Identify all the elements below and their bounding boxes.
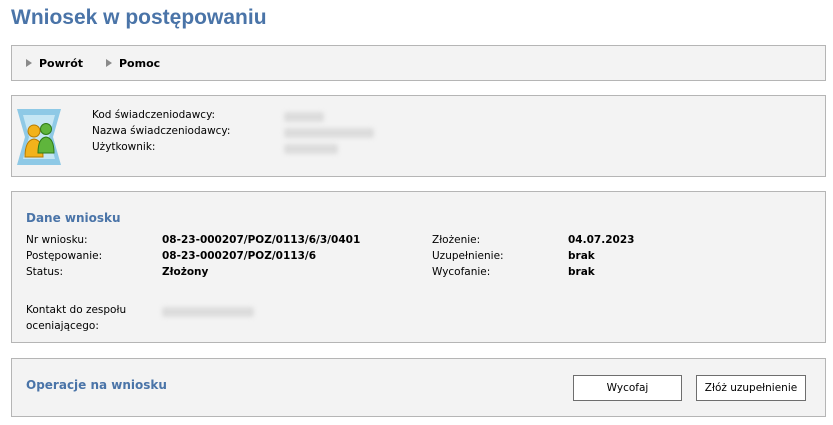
- user-value-redacted: [284, 144, 338, 154]
- users-icon: [17, 109, 61, 165]
- contact-label-line1: Kontakt do zespołu: [26, 304, 127, 316]
- supplement-value: brak: [568, 250, 595, 262]
- application-number-label: Nr wniosku:: [26, 234, 88, 246]
- status-label: Status:: [26, 266, 63, 278]
- supplement-label: Uzupełnienie:: [432, 250, 504, 262]
- arrow-right-icon: [106, 59, 112, 67]
- provider-name-label: Nazwa świadczeniodawcy:: [92, 125, 231, 137]
- help-button[interactable]: Pomoc: [106, 57, 160, 70]
- application-data-panel: Dane wniosku Nr wniosku: 08-23-000207/PO…: [11, 191, 826, 343]
- proceeding-label: Postępowanie:: [26, 250, 103, 262]
- provider-info-panel: Kod świadczeniodawcy: Nazwa świadczeniod…: [11, 95, 826, 177]
- back-label: Powrót: [39, 57, 84, 70]
- arrow-right-icon: [26, 59, 32, 67]
- proceeding-value: 08-23-000207/POZ/0113/6: [162, 250, 317, 262]
- contact-value-redacted: [162, 307, 254, 317]
- provider-code-label: Kod świadczeniodawcy:: [92, 109, 216, 121]
- operations-panel: Operacje na wniosku Wycofaj Złóż uzupełn…: [11, 358, 826, 417]
- toolbar: Powrót Pomoc: [11, 45, 826, 81]
- withdraw-button[interactable]: Wycofaj: [573, 375, 682, 401]
- withdrawal-label: Wycofanie:: [432, 266, 491, 278]
- withdrawal-value: brak: [568, 266, 595, 278]
- provider-name-value-redacted: [284, 128, 374, 138]
- section-title-application-data: Dane wniosku: [26, 211, 121, 225]
- submitted-label: Złożenie:: [432, 234, 481, 246]
- application-number-value: 08-23-000207/POZ/0113/6/3/0401: [162, 234, 361, 246]
- submit-supplement-button[interactable]: Złóż uzupełnienie: [696, 375, 806, 401]
- provider-code-value-redacted: [284, 112, 324, 122]
- contact-label-line2: oceniającego:: [26, 320, 99, 332]
- help-label: Pomoc: [119, 57, 161, 70]
- status-value: Złożony: [162, 266, 209, 278]
- section-title-operations: Operacje na wniosku: [26, 378, 167, 392]
- page-title: Wniosek w postępowaniu: [11, 6, 267, 29]
- submitted-value: 04.07.2023: [568, 234, 635, 246]
- back-button[interactable]: Powrót: [26, 57, 83, 70]
- user-label: Użytkownik:: [92, 141, 156, 153]
